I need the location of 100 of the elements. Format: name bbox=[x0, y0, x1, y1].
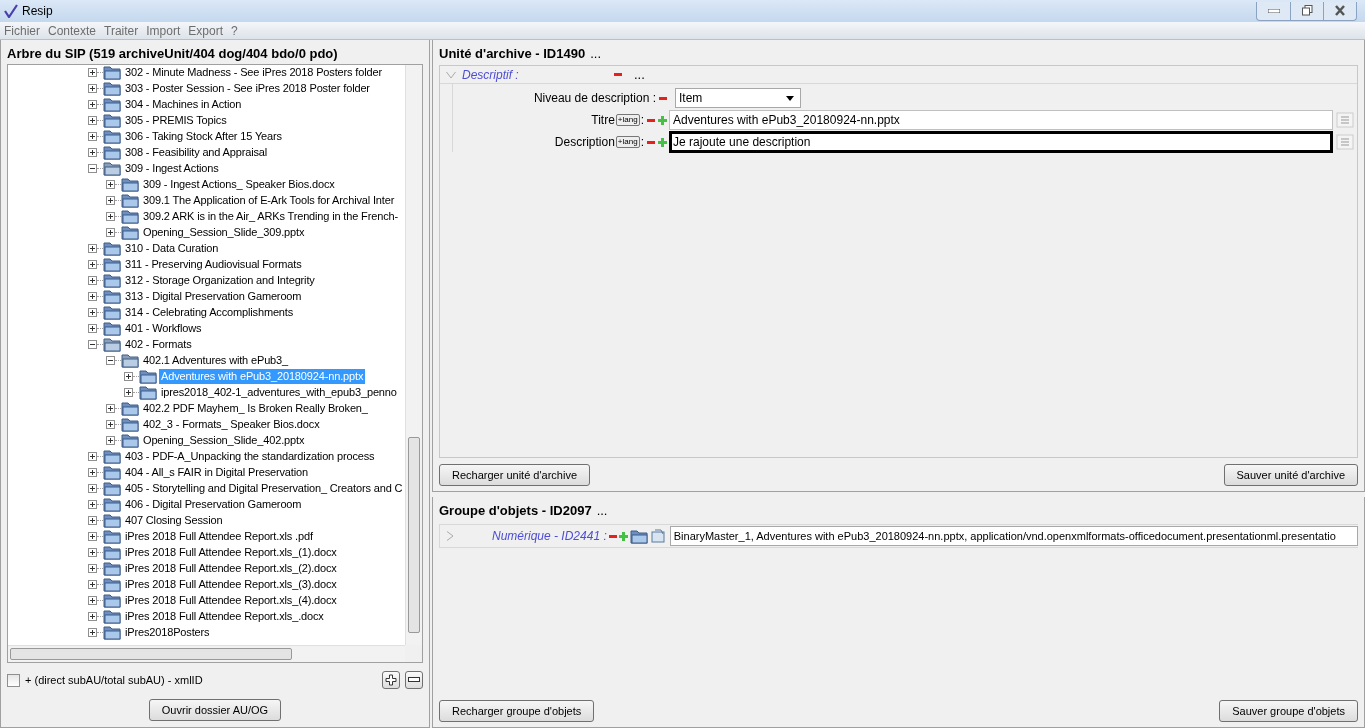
expand-toggle[interactable] bbox=[88, 596, 97, 606]
tree-item[interactable]: 304 - Machines in Action bbox=[123, 97, 244, 113]
expand-toggle[interactable] bbox=[88, 500, 97, 510]
tree-item[interactable]: 312 - Storage Organization and Integrity bbox=[123, 273, 317, 289]
tree-item[interactable]: 303 - Poster Session - See iPres 2018 Poster folder bbox=[123, 81, 372, 97]
tree-item[interactable]: 309.2 ARK is in the Air_ ARKs Trending in the French- bbox=[141, 209, 400, 225]
tree-item[interactable]: 313 - Digital Preservation Gameroom bbox=[123, 289, 304, 305]
menu-item[interactable]: ? bbox=[231, 23, 238, 38]
tree-item[interactable]: 402_3 - Formats_ Speaker Bios.docx bbox=[141, 417, 322, 433]
expand-toggle[interactable] bbox=[88, 100, 97, 110]
expand-toggle[interactable] bbox=[106, 180, 115, 190]
tree-item[interactable]: 311 - Preserving Audiovisual Formats bbox=[123, 257, 304, 273]
remove-icon[interactable] bbox=[647, 140, 655, 144]
tree-item[interactable]: 310 - Data Curation bbox=[123, 241, 221, 257]
tree-item[interactable]: 402 - Formats bbox=[123, 337, 194, 353]
save-button[interactable]: Sauver groupe d'objets bbox=[1219, 700, 1358, 722]
lang-button[interactable]: +lang bbox=[615, 114, 640, 126]
tree-item[interactable]: iPres2018Posters bbox=[123, 625, 212, 641]
remove-icon[interactable] bbox=[659, 96, 667, 100]
expand-toggle[interactable] bbox=[106, 420, 115, 430]
tree-item[interactable]: iPres 2018 Full Attendee Report.xls_(3).docx bbox=[123, 577, 339, 593]
menu-item[interactable]: Export bbox=[188, 23, 223, 38]
expand-toggle[interactable] bbox=[88, 244, 97, 254]
expand-toggle[interactable] bbox=[88, 132, 97, 142]
expand-toggle[interactable] bbox=[88, 548, 97, 558]
expand-toggle[interactable] bbox=[88, 628, 97, 638]
menu-item[interactable]: Contexte bbox=[48, 23, 97, 38]
expand-toggle[interactable] bbox=[88, 580, 97, 590]
tree-item[interactable]: iPres 2018 Full Attendee Report.xls_(1).docx bbox=[123, 545, 339, 561]
object-field[interactable]: BinaryMaster_1, Adventures with ePub3_20180924-nn.pptx, application/vnd.openxmlformats-officedocument.presentationml.presentatio bbox=[669, 526, 1358, 546]
more-text[interactable]: ... bbox=[590, 45, 601, 61]
expand-toggle[interactable] bbox=[88, 116, 97, 126]
more-text[interactable]: ... bbox=[634, 67, 645, 82]
expand-toggle[interactable] bbox=[88, 452, 97, 462]
menu-item[interactable]: Traiter bbox=[104, 23, 139, 38]
expand-toggle[interactable] bbox=[88, 612, 97, 622]
tree-item[interactable]: 309 - Ingest Actions_ Speaker Bios.docx bbox=[141, 177, 337, 193]
collapse-toggle[interactable] bbox=[88, 164, 97, 174]
save-button[interactable]: Sauver unité d'archive bbox=[1223, 464, 1358, 486]
expand-toggle[interactable] bbox=[88, 260, 97, 270]
tree-item[interactable]: 402.2 PDF Mayhem_ Is Broken Really Broken_ bbox=[141, 401, 370, 417]
menu-item[interactable]: Import bbox=[146, 23, 181, 38]
document-icon[interactable] bbox=[649, 528, 666, 544]
remove-button[interactable] bbox=[405, 671, 423, 689]
tree-item[interactable]: Opening_Session_Slide_309.pptx bbox=[141, 225, 307, 241]
tree-item[interactable]: 302 - Minute Madness - See iPres 2018 Posters folder bbox=[123, 65, 384, 81]
menu-item[interactable]: Fichier bbox=[4, 23, 40, 38]
checkbox[interactable] bbox=[7, 673, 20, 687]
tree-item[interactable]: 306 - Taking Stock After 15 Years bbox=[123, 129, 284, 145]
tree-item[interactable]: 402.1 Adventures with ePub3_ bbox=[141, 353, 291, 369]
expand-toggle[interactable] bbox=[88, 324, 97, 334]
tree-item[interactable]: 404 - All_s FAIR in Digital Preservation bbox=[123, 465, 310, 481]
tree-item[interactable]: iPres 2018 Full Attendee Report.xls .pdf bbox=[123, 529, 315, 545]
add-button[interactable] bbox=[382, 671, 400, 689]
remove-icon[interactable] bbox=[647, 118, 655, 122]
level-select[interactable]: Item bbox=[675, 88, 801, 108]
tree-item[interactable]: 314 - Celebrating Accomplishments bbox=[123, 305, 296, 321]
tree-item[interactable]: 403 - PDF-A_Unpacking the standardization process bbox=[123, 449, 377, 465]
tree-item[interactable]: 309 - Ingest Actions bbox=[123, 161, 221, 177]
expand-toggle[interactable] bbox=[124, 372, 133, 382]
expand-toggle[interactable] bbox=[106, 196, 115, 206]
tree-item[interactable]: iPres 2018 Full Attendee Report.xls_(4).docx bbox=[123, 593, 339, 609]
more-text[interactable]: ... bbox=[596, 502, 608, 518]
tree-item[interactable]: iPres 2018 Full Attendee Report.xls_(2).docx bbox=[123, 561, 339, 577]
tree-item[interactable]: 305 - PREMIS Topics bbox=[123, 113, 229, 129]
expand-toggle[interactable] bbox=[88, 516, 97, 526]
expand-toggle[interactable] bbox=[88, 148, 97, 158]
expand-toggle[interactable] bbox=[106, 404, 115, 414]
expand-toggle[interactable] bbox=[88, 532, 97, 542]
expand-toggle[interactable] bbox=[88, 484, 97, 494]
reload-button[interactable]: Recharger unité d'archive bbox=[439, 464, 590, 486]
collapse-toggle[interactable] bbox=[106, 356, 115, 366]
expand-toggle[interactable] bbox=[88, 308, 97, 318]
expand-toggle[interactable] bbox=[88, 276, 97, 286]
tree-item[interactable]: 406 - Digital Preservation Gameroom bbox=[123, 497, 304, 513]
lang-button[interactable]: +lang bbox=[615, 136, 640, 148]
expand-toggle[interactable] bbox=[88, 564, 97, 574]
expand-toggle[interactable] bbox=[106, 212, 115, 222]
text-field[interactable]: Adventures with ePub3_20180924-nn.pptx bbox=[669, 110, 1333, 130]
vertical-scrollbar[interactable] bbox=[405, 64, 422, 645]
reload-button[interactable]: Recharger groupe d'objets bbox=[439, 700, 595, 722]
expand-toggle[interactable] bbox=[88, 84, 97, 94]
tree-item[interactable]: 401 - Workflows bbox=[123, 321, 204, 337]
expand-toggle[interactable] bbox=[88, 68, 97, 78]
open-folder-button[interactable]: Ouvrir dossier AU/OG bbox=[148, 699, 282, 721]
tree-item[interactable]: 405 - Storytelling and Digital Preservation_ Creators and C bbox=[123, 481, 405, 497]
tree-item[interactable]: Opening_Session_Slide_402.pptx bbox=[141, 433, 307, 449]
expand-toggle[interactable] bbox=[106, 436, 115, 446]
tree-item[interactable]: 308 - Feasibility and Appraisal bbox=[123, 145, 270, 161]
expand-toggle[interactable] bbox=[88, 292, 97, 302]
text-field[interactable]: Je rajoute une description bbox=[669, 131, 1333, 153]
collapse-toggle[interactable] bbox=[88, 340, 97, 350]
expand-toggle[interactable] bbox=[124, 388, 133, 398]
horizontal-scrollbar[interactable] bbox=[8, 645, 405, 662]
expand-toggle[interactable] bbox=[106, 228, 115, 238]
tree-item[interactable]: 407 Closing Session bbox=[123, 513, 225, 529]
remove-icon[interactable] bbox=[608, 534, 617, 538]
tree-item[interactable]: iPres 2018 Full Attendee Report.xls_.docx bbox=[123, 609, 326, 625]
expand-toggle[interactable] bbox=[88, 468, 97, 478]
tree-item[interactable]: 309.1 The Application of E-Ark Tools for Archival Inter bbox=[141, 193, 397, 209]
